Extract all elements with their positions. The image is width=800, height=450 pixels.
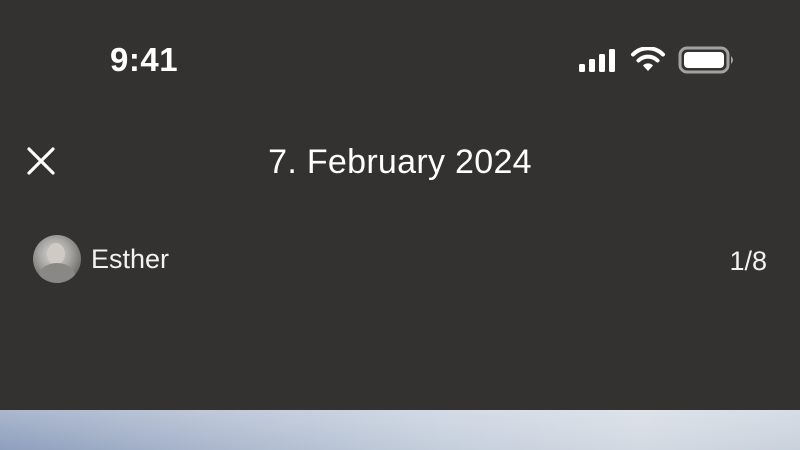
avatar[interactable] — [33, 235, 81, 283]
avatar-face — [47, 243, 65, 265]
photo-image[interactable] — [0, 410, 800, 450]
wifi-icon — [631, 47, 665, 71]
avatar-body — [39, 263, 75, 283]
battery-icon — [678, 46, 733, 74]
status-icons — [578, 44, 736, 76]
author-name: Esther — [91, 244, 170, 274]
signal-icon — [579, 49, 615, 72]
status-time: 9:41 — [110, 41, 179, 78]
author-row[interactable]: Esther — [33, 234, 169, 284]
photo-viewer-screen: 9:41 7. February 2024 Esther 1/8 — [0, 0, 800, 450]
page-title: 7. February 2024 — [268, 143, 532, 181]
photo-counter: 1/8 — [729, 246, 767, 276]
